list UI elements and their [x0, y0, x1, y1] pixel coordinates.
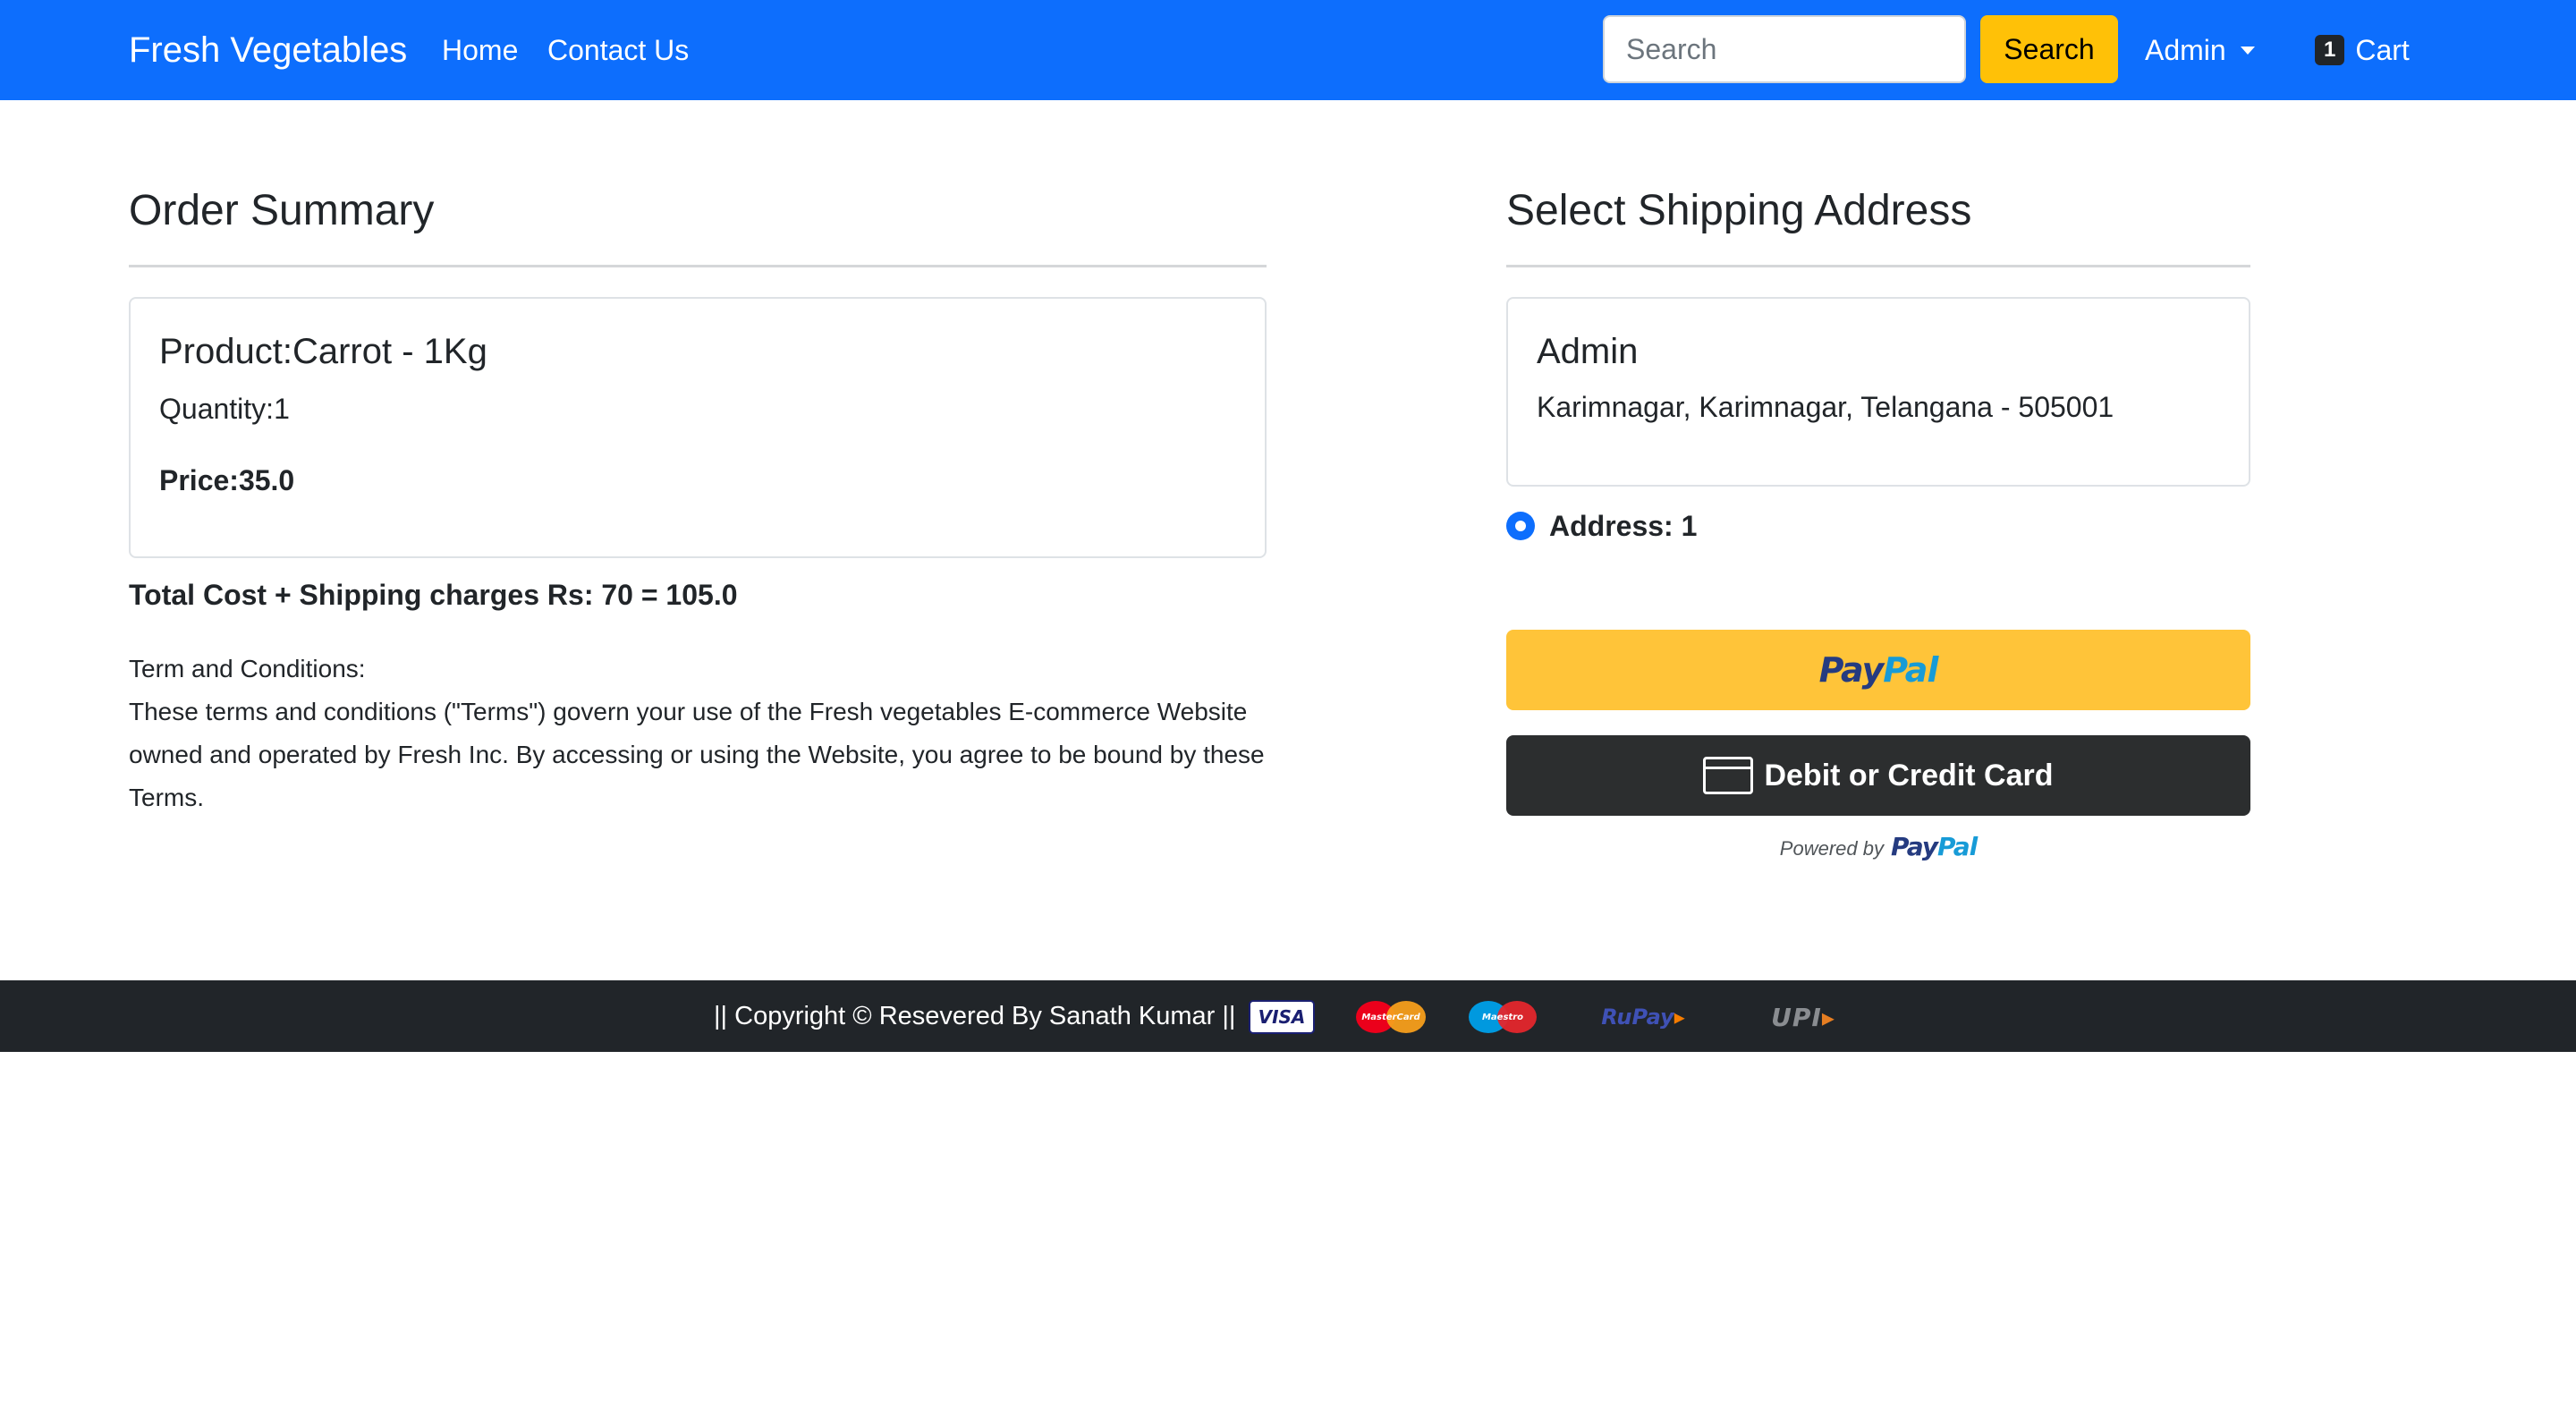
address-card: Admin Karimnagar, Karimnagar, Telangana … — [1506, 297, 2250, 487]
nav-link-contact[interactable]: Contact Us — [547, 30, 689, 70]
cart-label: Cart — [2355, 34, 2410, 66]
product-card: Product:Carrot - 1Kg Quantity:1 Price:35… — [129, 297, 1267, 558]
product-quantity: Quantity:1 — [159, 393, 290, 425]
maestro-logo: Maestro — [1467, 1000, 1538, 1034]
cart-link[interactable]: 1 Cart — [2315, 30, 2410, 70]
terms-title: Term and Conditions: — [129, 655, 366, 682]
address-name: Admin — [1537, 332, 1639, 371]
shipping-address-title: Select Shipping Address — [1506, 187, 1972, 234]
paypal-logo: PayPal — [1818, 650, 1939, 690]
powered-by-label: Powered by — [1779, 837, 1884, 860]
caret-down-icon — [2240, 46, 2255, 55]
divider — [1506, 265, 2250, 267]
address-text: Karimnagar, Karimnagar, Telangana - 5050… — [1537, 391, 2114, 423]
search-input[interactable] — [1603, 15, 1966, 83]
user-menu-label: Admin — [2145, 34, 2226, 66]
terms-body: These terms and conditions ("Terms") gov… — [129, 698, 1265, 811]
address-radio-option[interactable]: Address: 1 — [1506, 507, 1697, 545]
mastercard-logo: MasterCard — [1352, 1000, 1429, 1034]
address-radio-label: Address: 1 — [1549, 510, 1698, 542]
footer-copyright: || Copyright © Resevered By Sanath Kumar… — [714, 1002, 1236, 1030]
visa-logo: VISA — [1249, 1000, 1315, 1034]
debit-credit-card-button[interactable]: Debit or Credit Card — [1506, 735, 2250, 816]
paypal-button[interactable]: PayPal — [1506, 630, 2250, 710]
cart-count-badge: 1 — [2315, 35, 2345, 65]
navbar: Fresh Vegetables Home Contact Us Search … — [0, 0, 2576, 100]
credit-card-icon — [1703, 757, 1754, 794]
nav-link-home[interactable]: Home — [442, 30, 518, 70]
paypal-logo-small: PayPal — [1890, 832, 1978, 861]
terms-section: Term and Conditions: These terms and con… — [129, 648, 1283, 819]
upi-logo: UPI ▸ — [1771, 1002, 1835, 1032]
search-button[interactable]: Search — [1980, 15, 2118, 83]
radio-checked-icon[interactable] — [1506, 512, 1535, 540]
footer: || Copyright © Resevered By Sanath Kumar… — [0, 980, 2576, 1052]
user-menu-dropdown[interactable]: Admin — [2145, 30, 2255, 70]
powered-by-paypal: Powered by PayPal — [1506, 832, 2250, 861]
product-name: Product:Carrot - 1Kg — [159, 332, 487, 371]
order-summary-title: Order Summary — [129, 187, 435, 234]
product-price: Price:35.0 — [159, 464, 295, 496]
total-cost: Total Cost + Shipping charges Rs: 70 = 1… — [129, 579, 738, 611]
card-button-label: Debit or Credit Card — [1764, 758, 2054, 793]
rupay-logo: RuPay ▸ — [1601, 1004, 1685, 1030]
divider — [129, 265, 1267, 267]
brand-logo[interactable]: Fresh Vegetables — [129, 27, 407, 73]
